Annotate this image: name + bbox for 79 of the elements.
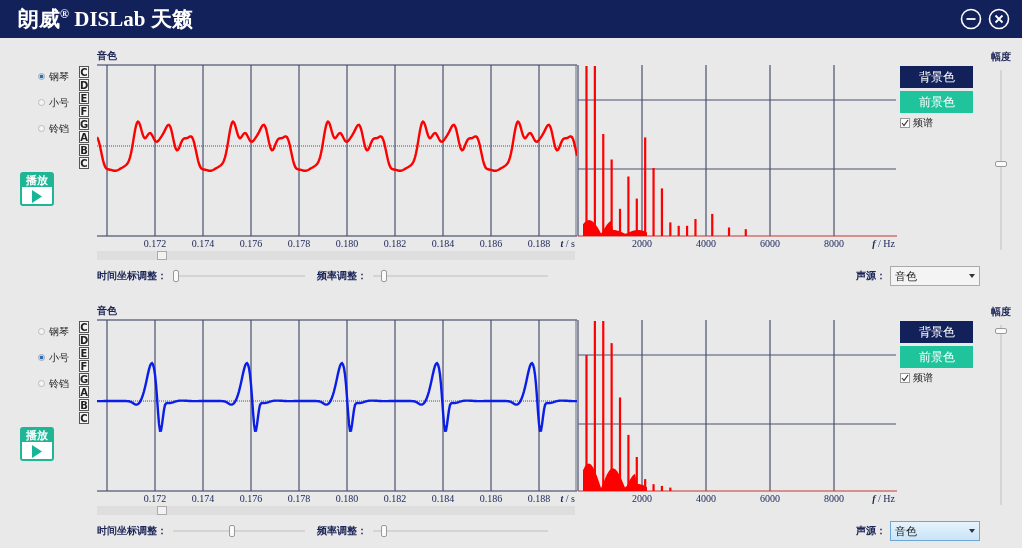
tick-label: 6000: [760, 238, 780, 250]
play-icon: [31, 445, 43, 458]
check-icon: [901, 119, 909, 127]
instrument-radio[interactable]: 钢琴: [38, 324, 79, 339]
note-key[interactable]: B: [79, 399, 89, 411]
instrument-radio[interactable]: 钢琴: [38, 69, 79, 84]
slider-label: 频率调整：: [317, 269, 367, 283]
instrument-radio[interactable]: 铃铛: [38, 121, 79, 136]
source-dropdown[interactable]: 音色: [890, 521, 980, 541]
note-key[interactable]: D: [79, 334, 89, 346]
source-dropdown[interactable]: 音色: [890, 266, 980, 286]
note-key[interactable]: G: [79, 118, 89, 130]
note-key[interactable]: D: [79, 79, 89, 91]
note-key[interactable]: A: [79, 131, 89, 143]
note-key[interactable]: E: [79, 347, 89, 359]
note-key[interactable]: C: [79, 412, 89, 424]
tick-label: 0.172: [143, 238, 167, 250]
slider-label: 时间坐标调整：: [97, 269, 167, 283]
tick-label: 0.182: [383, 493, 407, 505]
spectrum-checkbox[interactable]: 频谱: [900, 116, 933, 130]
tick-label: 8000: [824, 493, 844, 505]
note-key[interactable]: B: [79, 144, 89, 156]
slider-label: 时间坐标调整：: [97, 524, 167, 538]
tick-label: 0.186: [479, 238, 503, 250]
tick-label: 0.188: [527, 238, 551, 250]
note-key[interactable]: F: [79, 360, 89, 372]
amplitude-label: 幅度: [991, 305, 1011, 319]
note-key[interactable]: E: [79, 92, 89, 104]
tick-label: 0.188: [527, 493, 551, 505]
horizontal-scrollbar[interactable]: [97, 251, 575, 260]
axis-label: t / s: [560, 493, 575, 505]
window-title: 朗威$^{®}$ DISLab 天籁: [18, 6, 193, 33]
axis-label: f / Hz: [872, 238, 895, 250]
background-color-button[interactable]: 背景色: [900, 66, 973, 88]
tick-label: 0.176: [239, 238, 263, 250]
tick-label: 0.178: [287, 493, 311, 505]
tick-label: 0.184: [431, 238, 455, 250]
instrument-radio[interactable]: 小号: [38, 95, 79, 110]
tick-label: 0.180: [335, 238, 359, 250]
tick-label: 0.186: [479, 493, 503, 505]
note-key[interactable]: C: [79, 66, 89, 78]
check-icon: [901, 374, 909, 382]
caret-icon: [969, 274, 975, 278]
tick-label: 4000: [696, 493, 716, 505]
tick-label: 0.176: [239, 493, 263, 505]
amplitude-label: 幅度: [991, 50, 1011, 64]
tick-label: 0.180: [335, 493, 359, 505]
tick-label: 0.182: [383, 238, 407, 250]
axis-label: t / s: [560, 238, 575, 250]
close-icon[interactable]: [988, 8, 1010, 30]
chart-title: 音色: [97, 305, 118, 318]
instrument-radio[interactable]: 小号: [38, 350, 79, 365]
note-key[interactable]: C: [79, 321, 89, 333]
tick-label: 2000: [632, 238, 652, 250]
background-color-button[interactable]: 背景色: [900, 321, 973, 343]
instrument-radio[interactable]: 铃铛: [38, 376, 79, 391]
source-label: 声源：: [856, 524, 886, 538]
note-key[interactable]: C: [79, 157, 89, 169]
spectrum-checkbox[interactable]: 频谱: [900, 371, 933, 385]
tick-label: 8000: [824, 238, 844, 250]
slider-label: 频率调整：: [317, 524, 367, 538]
axis-label: f / Hz: [872, 493, 895, 505]
tick-label: 2000: [632, 493, 652, 505]
horizontal-scrollbar[interactable]: [97, 506, 575, 515]
play-icon: [31, 190, 43, 203]
tick-label: 6000: [760, 493, 780, 505]
caret-icon: [969, 529, 975, 533]
tick-label: 0.178: [287, 238, 311, 250]
tick-label: 0.172: [143, 493, 167, 505]
note-key[interactable]: A: [79, 386, 89, 398]
tick-label: 4000: [696, 238, 716, 250]
tick-label: 0.174: [191, 238, 215, 250]
tick-label: 0.184: [431, 493, 455, 505]
tick-label: 0.174: [191, 493, 215, 505]
chart-title: 音色: [97, 50, 118, 63]
note-key[interactable]: G: [79, 373, 89, 385]
source-label: 声源：: [856, 269, 886, 283]
note-key[interactable]: F: [79, 105, 89, 117]
minimize-icon[interactable]: [960, 8, 982, 30]
